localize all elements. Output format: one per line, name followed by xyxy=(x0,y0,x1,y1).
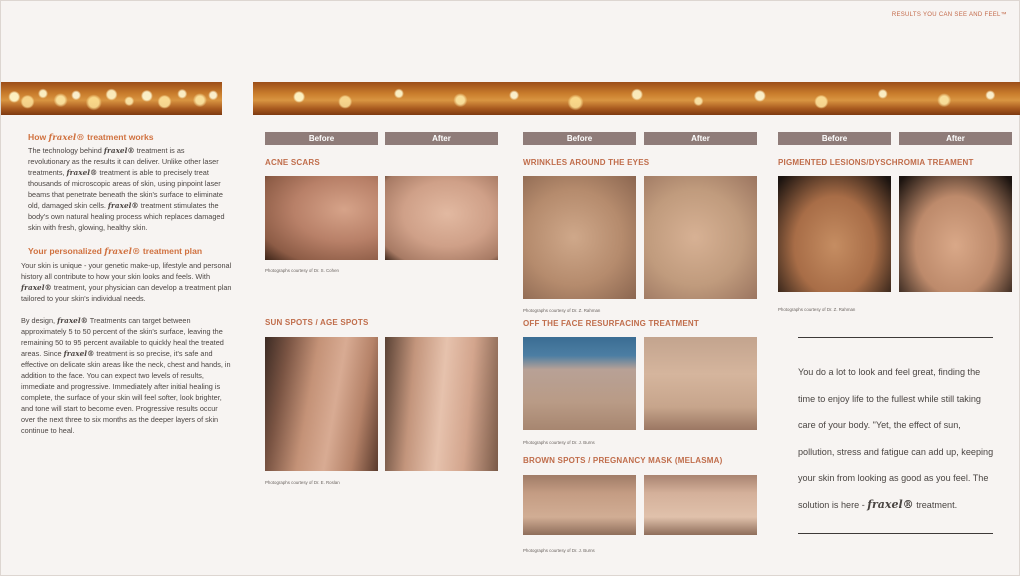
off-face-title: OFF THE FACE RESURFACING TREATMENT xyxy=(523,319,699,328)
how-it-works-paragraph: The technology behind fraxel® treatment … xyxy=(28,146,225,232)
brown-spots-title: BROWN SPOTS / PREGNANCY MASK (MELASMA) xyxy=(523,456,723,465)
pigmented-title: PIGMENTED LESIONS/DYSCHROMIA TREAMENT xyxy=(778,158,974,167)
how-it-works-heading: How fraxel® treatment works xyxy=(28,132,154,143)
sun-credit: Photographs courtesy of Dr. E. Roslan xyxy=(265,480,340,485)
by-design-paragraph: By design, fraxel® Treatments can target… xyxy=(21,316,231,435)
brochure-page: RESULTS YOU CAN SEE AND FEEL™ How fraxel… xyxy=(0,0,1020,576)
sun-after-photo xyxy=(385,337,498,471)
brand-logo: fraxel® xyxy=(48,133,85,143)
wrinkles-title: WRINKLES AROUND THE EYES xyxy=(523,158,650,167)
wrinkles-before-photo xyxy=(523,176,636,299)
brown-before-photo xyxy=(523,475,636,535)
brand-logo-quote: fraxel® xyxy=(867,497,914,511)
quote-divider-top xyxy=(798,337,993,338)
sun-before-photo xyxy=(265,337,378,471)
treatment-plan-paragraph: Your skin is unique - your genetic make-… xyxy=(21,261,232,303)
hand-before-photo xyxy=(778,176,891,292)
brown-credit: Photographs courtesy of Dr. J. Burns xyxy=(523,548,595,553)
quote-text: You do a lot to look and feel great, fin… xyxy=(798,367,994,511)
neck-after-photo xyxy=(644,337,757,430)
before-header-2: Before xyxy=(523,132,636,145)
sun-spots-title: SUN SPOTS / AGE SPOTS xyxy=(265,318,369,327)
off-face-credit: Photographs courtesy of Dr. J. Burns xyxy=(523,440,595,445)
brown-after-photo xyxy=(644,475,757,535)
hand-after-photo xyxy=(899,176,1012,292)
banner-image-right xyxy=(253,82,1020,115)
neck-before-photo xyxy=(523,337,636,430)
before-header-3: Before xyxy=(778,132,891,145)
acne-before-photo xyxy=(265,176,378,260)
acne-scars-title: ACNE SCARS xyxy=(265,158,320,167)
wrinkles-credit: Photographs courtesy of Dr. Z. Rahman xyxy=(523,308,601,313)
tagline: RESULTS YOU CAN SEE AND FEEL™ xyxy=(891,12,1007,18)
quote-divider-bottom xyxy=(798,533,993,534)
before-header: Before xyxy=(265,132,378,145)
left-text-column: How fraxel® treatment works The technolo… xyxy=(21,131,231,436)
after-header-2: After xyxy=(644,132,757,145)
treatment-plan-heading: Your personalized fraxel® treatment plan xyxy=(28,246,203,257)
banner-image-left xyxy=(1,82,222,115)
after-header-3: After xyxy=(899,132,1012,145)
acne-after-photo xyxy=(385,176,498,260)
wrinkles-after-photo xyxy=(644,176,757,299)
after-header: After xyxy=(385,132,498,145)
pigmented-credit: Photographs courtesy of Dr. Z. Rahman xyxy=(778,307,856,312)
acne-credit: Photographs courtesy of Dr. S. Cohen xyxy=(265,268,339,273)
